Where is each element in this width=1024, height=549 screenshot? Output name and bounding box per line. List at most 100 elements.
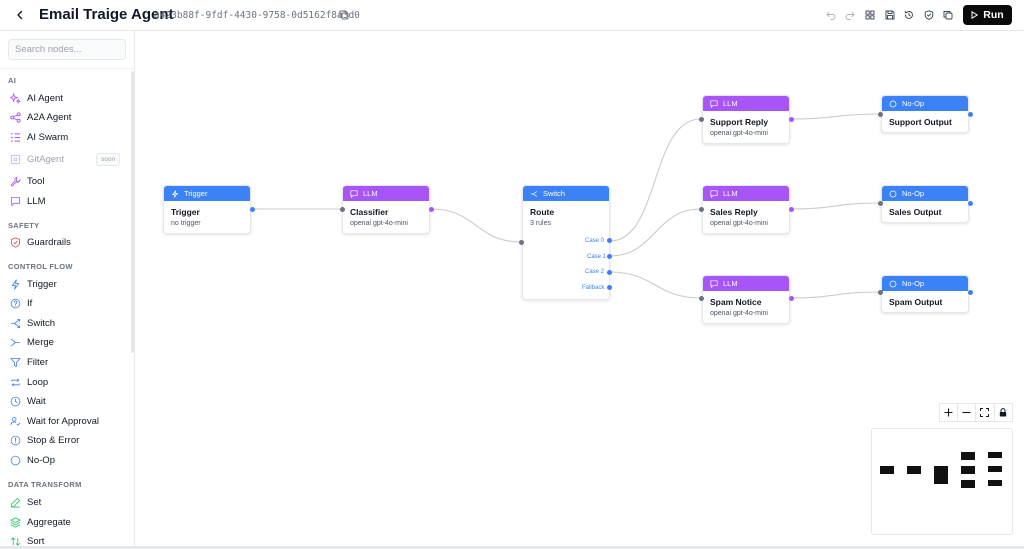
- history-button[interactable]: [902, 8, 916, 22]
- soon-badge: soon: [96, 153, 121, 166]
- output-handle[interactable]: [968, 290, 973, 295]
- sidebar-scrollbar[interactable]: [131, 71, 134, 353]
- sidebar-item-loop[interactable]: Loop: [10, 374, 125, 390]
- node-spam-notice[interactable]: LLM Spam Notice openai gpt-4o-mini: [702, 275, 790, 324]
- grid-icon: [865, 10, 875, 20]
- lock-button[interactable]: [994, 403, 1013, 422]
- node-type: LLM: [723, 99, 738, 108]
- chevron-left-icon: [17, 10, 23, 20]
- sparkles-icon: [10, 92, 21, 104]
- top-bar: Email Traige Agent a423b88f-9fdf-4430-97…: [0, 0, 1024, 31]
- sidebar-item-aggregate[interactable]: Aggregate: [10, 514, 125, 530]
- node-sales-output[interactable]: No-Op Sales Output: [881, 185, 969, 223]
- security-button[interactable]: [922, 8, 936, 22]
- node-type: No-Op: [902, 189, 925, 198]
- duplicate-button[interactable]: [941, 8, 955, 22]
- case-label: Case 2: [585, 269, 605, 275]
- node-title: Sales Output: [889, 207, 942, 217]
- case-0-handle[interactable]: [607, 238, 612, 243]
- node-header: No-Op: [882, 96, 968, 111]
- node-trigger[interactable]: Trigger Trigger no trigger: [163, 185, 251, 234]
- duplicate-icon: [943, 11, 953, 20]
- input-handle[interactable]: [878, 290, 883, 295]
- output-handle[interactable]: [789, 296, 794, 301]
- output-handle[interactable]: [429, 207, 434, 212]
- sidebar-item-wait-for-approval[interactable]: Wait for Approval: [10, 413, 125, 429]
- search-nodes-input[interactable]: [8, 39, 126, 60]
- node-classifier[interactable]: LLM Classifier openai gpt-4o-mini: [342, 185, 430, 234]
- undo-button[interactable]: [824, 8, 838, 22]
- node-subtitle: openai gpt-4o-mini: [710, 130, 768, 137]
- node-type: Switch: [543, 189, 566, 198]
- output-handle[interactable]: [968, 112, 973, 117]
- sidebar-item-if[interactable]: If: [10, 295, 125, 311]
- node-header: LLM: [343, 186, 429, 201]
- copy-icon[interactable]: [339, 10, 349, 20]
- list-tree-icon: [10, 132, 21, 142]
- input-handle[interactable]: [878, 112, 883, 117]
- sidebar-item-ai-agent[interactable]: AI Agent: [10, 90, 125, 106]
- sidebar-item-trigger[interactable]: Trigger: [10, 276, 125, 292]
- plus-icon: [944, 408, 953, 417]
- input-handle[interactable]: [340, 207, 345, 212]
- input-handle[interactable]: [878, 201, 883, 206]
- node-header: LLM: [703, 186, 789, 201]
- pencil-icon: [10, 497, 21, 507]
- run-button[interactable]: Run: [963, 5, 1012, 25]
- node-sales-reply[interactable]: LLM Sales Reply openai gpt-4o-mini: [702, 185, 790, 234]
- fit-view-button[interactable]: [976, 403, 995, 422]
- sidebar-item-label: Guardrails: [27, 236, 71, 248]
- workflow-id: a423b88f-9fdf-4430-9758-0d5162f8a3d0: [154, 10, 360, 21]
- sidebar-item-label: Loop: [27, 376, 49, 388]
- wrench-icon: [10, 176, 21, 186]
- bolt-icon: [171, 189, 179, 198]
- undo-icon: [826, 12, 836, 20]
- output-handle[interactable]: [250, 207, 255, 212]
- redo-button[interactable]: [843, 8, 857, 22]
- fallback-handle[interactable]: [607, 285, 612, 290]
- minimap[interactable]: [871, 428, 1013, 535]
- shield-icon: [10, 236, 21, 248]
- switch-icon: [530, 190, 538, 197]
- input-handle[interactable]: [699, 117, 704, 122]
- input-handle[interactable]: [699, 207, 704, 212]
- case-1-handle[interactable]: [607, 254, 612, 259]
- sidebar-item-ai-swarm[interactable]: AI Swarm: [10, 129, 125, 145]
- input-handle[interactable]: [699, 296, 704, 301]
- sidebar-item-llm[interactable]: LLM: [10, 193, 125, 209]
- output-handle[interactable]: [968, 201, 973, 206]
- section-ai: AI: [8, 76, 17, 85]
- sidebar-item-a2a-agent[interactable]: A2A Agent: [10, 109, 125, 125]
- sidebar-item-label: AI Swarm: [27, 131, 69, 143]
- clock-icon: [10, 396, 21, 406]
- back-button[interactable]: [12, 7, 28, 23]
- sidebar-item-tool[interactable]: Tool: [10, 173, 125, 189]
- output-handle[interactable]: [789, 117, 794, 122]
- sidebar-item-guardrails[interactable]: Guardrails: [10, 234, 125, 250]
- minimap-node: [961, 452, 975, 460]
- node-header: LLM: [703, 276, 789, 291]
- output-handle[interactable]: [789, 207, 794, 212]
- node-spam-output[interactable]: No-Op Spam Output: [881, 275, 969, 313]
- message-icon: [710, 189, 718, 198]
- minimap-node: [988, 466, 1002, 472]
- save-button[interactable]: [883, 8, 897, 22]
- layout-button[interactable]: [863, 8, 877, 22]
- sidebar-item-set[interactable]: Set: [10, 494, 125, 510]
- sidebar-item-switch[interactable]: Switch: [10, 315, 125, 331]
- sidebar-item-no-op[interactable]: No-Op: [10, 452, 125, 468]
- minimap-node: [988, 452, 1002, 458]
- git-icon: [10, 154, 21, 164]
- node-support-output[interactable]: No-Op Support Output: [881, 95, 969, 133]
- input-handle[interactable]: [519, 240, 524, 245]
- sidebar-item-stop-error[interactable]: Stop & Error: [10, 432, 125, 448]
- node-support-reply[interactable]: LLM Support Reply openai gpt-4o-mini: [702, 95, 790, 144]
- zoom-out-button[interactable]: [957, 403, 976, 422]
- sidebar-item-wait[interactable]: Wait: [10, 393, 125, 409]
- redo-icon: [845, 12, 855, 20]
- sidebar-item-merge[interactable]: Merge: [10, 334, 125, 350]
- case-2-handle[interactable]: [607, 270, 612, 275]
- sidebar-item-filter[interactable]: Filter: [10, 354, 125, 370]
- zoom-in-button[interactable]: [939, 403, 958, 422]
- save-icon: [885, 10, 895, 20]
